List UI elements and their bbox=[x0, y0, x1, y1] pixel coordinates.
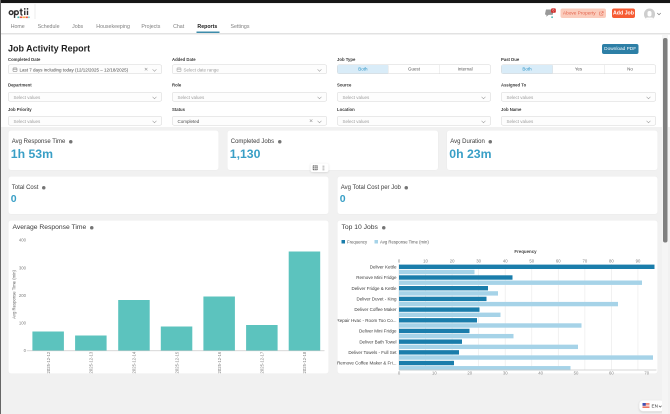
svg-text:0: 0 bbox=[553, 9, 555, 13]
svg-text:0: 0 bbox=[398, 258, 401, 263]
svg-text:200: 200 bbox=[19, 293, 27, 298]
svg-text:Deliver Duvet - King: Deliver Duvet - King bbox=[356, 297, 397, 302]
svg-text:2025-12-15: 2025-12-15 bbox=[174, 351, 179, 373]
svg-text:10: 10 bbox=[432, 370, 437, 375]
svg-text:20: 20 bbox=[467, 370, 472, 375]
svg-text:2025-12-16: 2025-12-16 bbox=[217, 351, 222, 373]
svg-text:40: 40 bbox=[503, 259, 508, 264]
svg-text:30: 30 bbox=[503, 370, 508, 375]
svg-text:Avg Response Time (min): Avg Response Time (min) bbox=[380, 239, 429, 244]
svg-text:Remove Mini Fridge: Remove Mini Fridge bbox=[356, 275, 397, 280]
svg-text:2025-12-14: 2025-12-14 bbox=[132, 351, 137, 373]
svg-text:60: 60 bbox=[609, 370, 614, 375]
svg-text:2025-12-12: 2025-12-12 bbox=[46, 351, 51, 373]
svg-text:0: 0 bbox=[24, 348, 27, 353]
svg-text:Deliver Mini Fridge: Deliver Mini Fridge bbox=[359, 329, 397, 334]
svg-text:70: 70 bbox=[582, 259, 587, 264]
svg-text:2025-12-18: 2025-12-18 bbox=[302, 351, 307, 373]
svg-text:70: 70 bbox=[644, 370, 649, 375]
svg-text:Avg Response Time (min): Avg Response Time (min) bbox=[12, 270, 17, 319]
svg-text:100: 100 bbox=[19, 320, 27, 325]
svg-text:0: 0 bbox=[398, 370, 401, 375]
svg-text:Deliver Bath Towel: Deliver Bath Towel bbox=[359, 339, 396, 344]
svg-text:80: 80 bbox=[609, 259, 614, 264]
svg-text:Frequency: Frequency bbox=[347, 239, 368, 244]
svg-text:400: 400 bbox=[19, 238, 27, 243]
svg-text:Repair Hvac - Room Too Co...: Repair Hvac - Room Too Co... bbox=[338, 318, 397, 323]
svg-text:Deliver Fridge & Kettle: Deliver Fridge & Kettle bbox=[351, 286, 397, 291]
svg-text:30: 30 bbox=[476, 259, 481, 264]
svg-text:2025-12-13: 2025-12-13 bbox=[89, 351, 94, 373]
svg-text:20: 20 bbox=[450, 259, 455, 264]
svg-text:Deliver Towels - Full Set: Deliver Towels - Full Set bbox=[348, 350, 397, 355]
svg-text:40: 40 bbox=[538, 370, 543, 375]
svg-text:Deliver Kettle: Deliver Kettle bbox=[370, 264, 397, 269]
svg-text:60: 60 bbox=[556, 259, 561, 264]
svg-text:Remove Coffee Maker & Fri...: Remove Coffee Maker & Fri... bbox=[338, 361, 397, 366]
svg-text:50: 50 bbox=[529, 259, 534, 264]
svg-text:Deliver Coffee Maker: Deliver Coffee Maker bbox=[354, 307, 397, 312]
svg-text:10: 10 bbox=[423, 259, 428, 264]
svg-text:90: 90 bbox=[636, 259, 641, 264]
svg-text:50: 50 bbox=[574, 370, 579, 375]
svg-text:300: 300 bbox=[19, 265, 27, 270]
svg-text:2025-12-17: 2025-12-17 bbox=[260, 351, 265, 373]
svg-text:Frequency: Frequency bbox=[514, 249, 537, 254]
